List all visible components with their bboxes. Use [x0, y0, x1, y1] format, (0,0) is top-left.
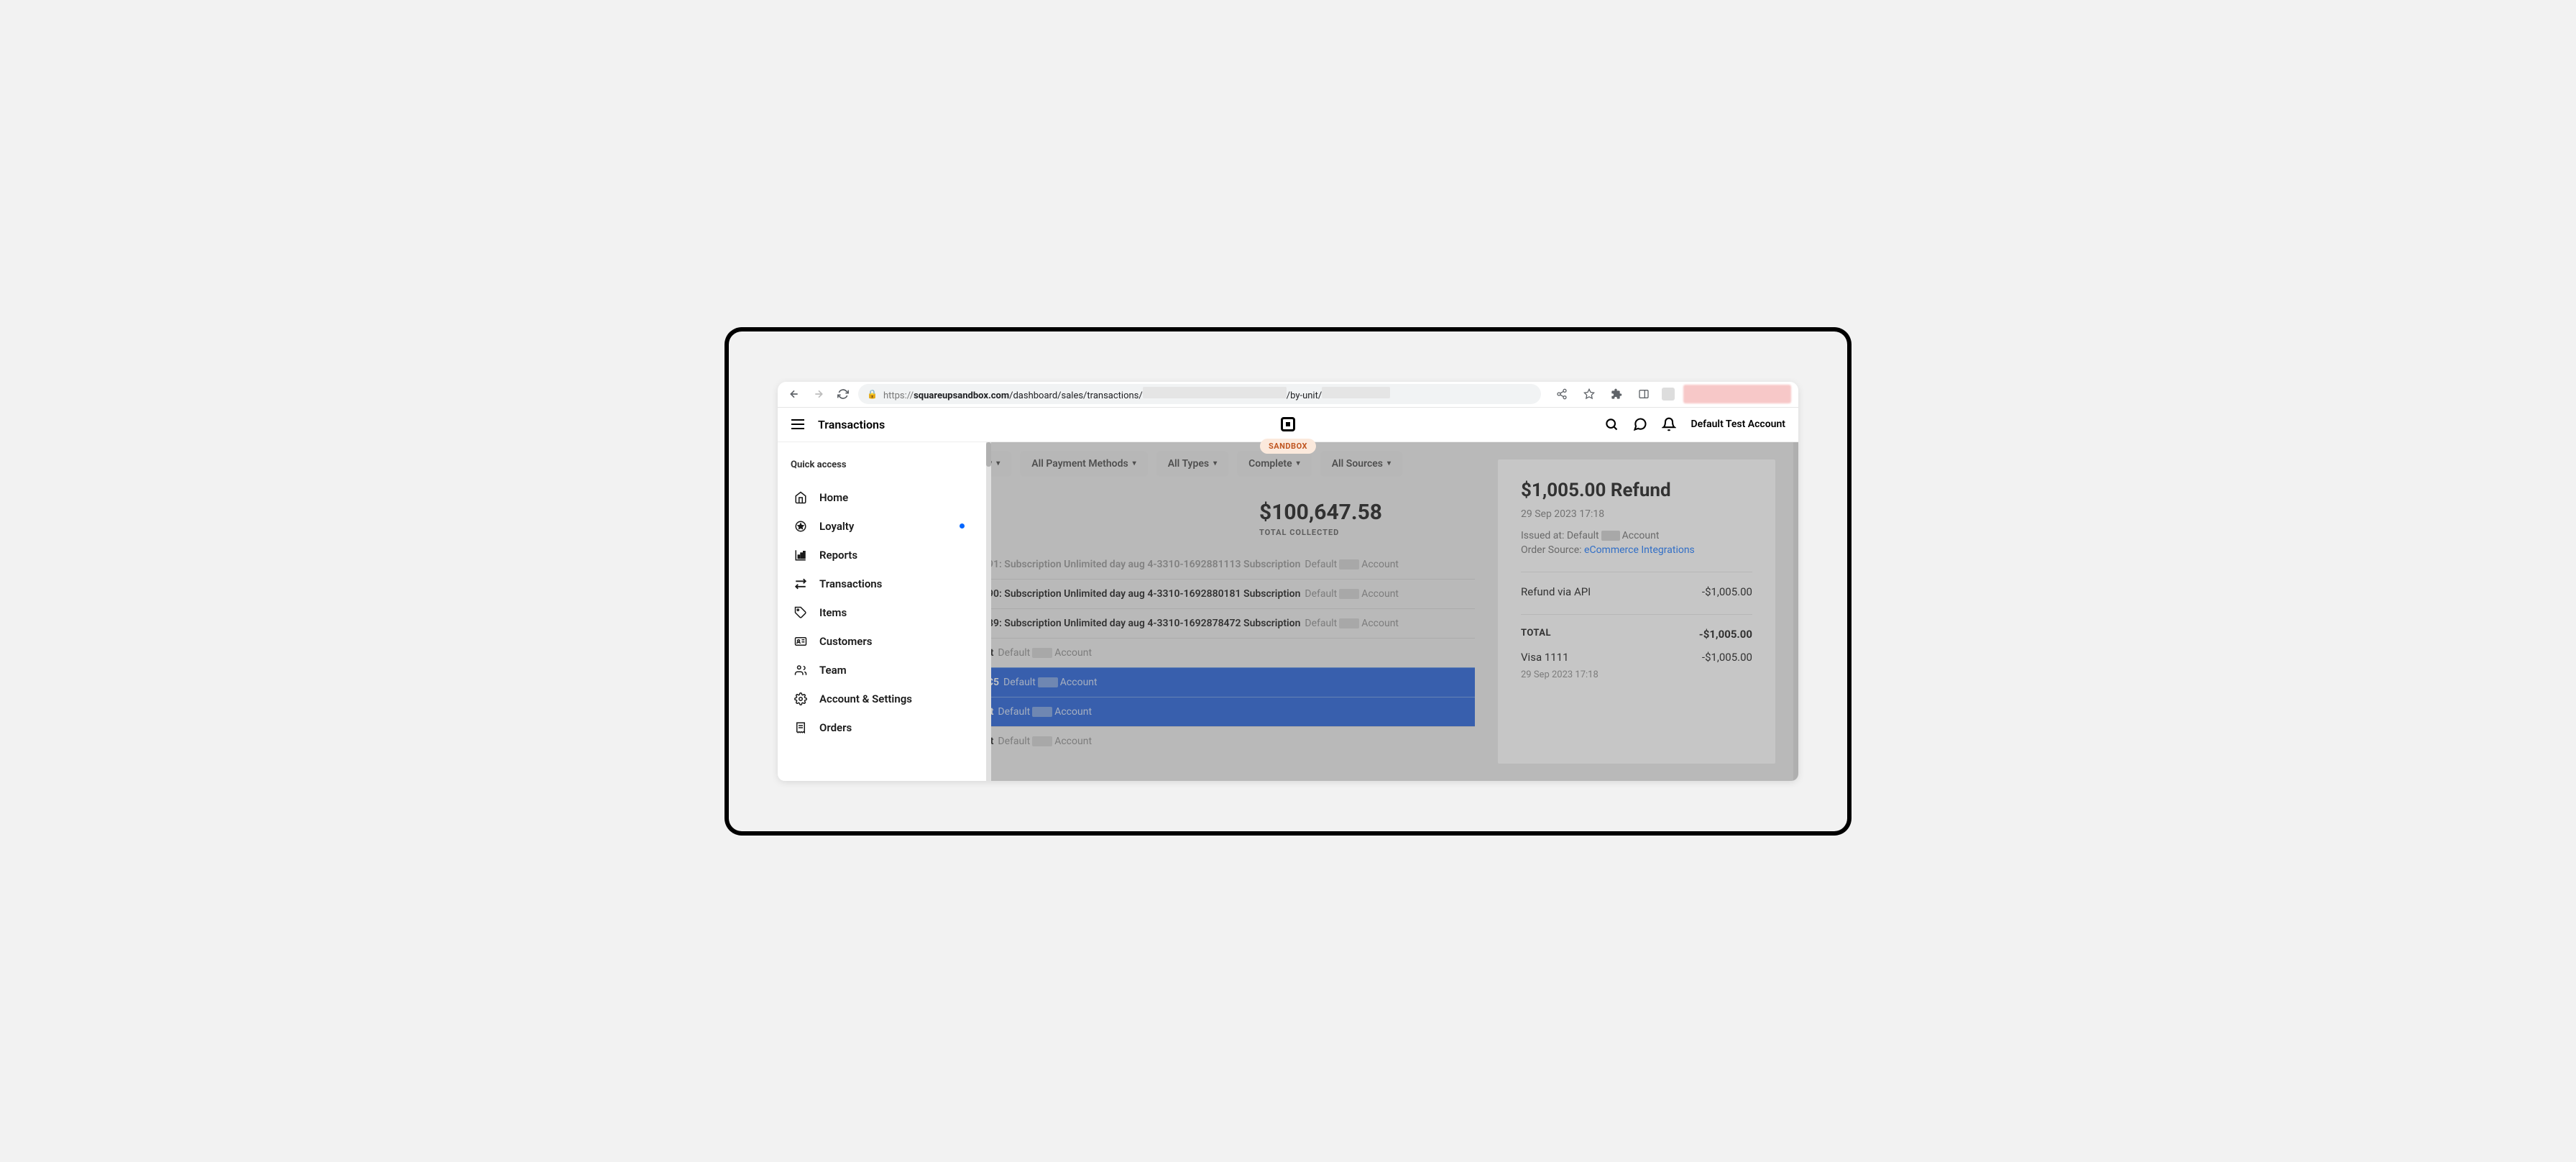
sidebar-item-settings[interactable]: Account & Settings	[791, 685, 973, 713]
sidebar-item-transactions[interactable]: Transactions	[791, 569, 973, 598]
chevron-down-icon: ▾	[1213, 459, 1217, 467]
sidebar-item-orders[interactable]: Orders	[791, 713, 973, 742]
sidebar-item-home[interactable]: Home	[791, 483, 973, 512]
sidebar-item-items[interactable]: Items	[791, 598, 973, 627]
star-icon[interactable]	[1580, 385, 1598, 403]
table-row[interactable]: mountDefaultAccount	[986, 697, 1475, 726]
order-source: Order Source: eCommerce Integrations	[1521, 544, 1752, 556]
filter-payment[interactable]: All Payment Methods▾	[1020, 451, 1147, 477]
bell-icon[interactable]	[1662, 417, 1676, 431]
detail-panel: $1,005.00 Refund 29 Sep 2023 17:18 Issue…	[1475, 442, 1798, 781]
sidebar-scrollbar[interactable]	[986, 442, 991, 781]
sidebar: Quick access Home Loyalty Reports Transa…	[778, 442, 986, 781]
payment-date: 29 Sep 2023 17:18	[1521, 669, 1752, 680]
notification-dot-icon	[960, 523, 965, 529]
refund-line: Refund via API-$1,005.00	[1521, 585, 1752, 598]
loyalty-icon	[794, 520, 808, 533]
table-row[interactable]: 000589: Subscription Unlimited day aug 4…	[986, 608, 1475, 638]
filter-types[interactable]: All Types▾	[1156, 451, 1228, 477]
customers-icon	[794, 635, 808, 648]
main-content: day▾ All Payment Methods▾ All Types▾ Com…	[986, 442, 1798, 781]
chevron-down-icon: ▾	[1387, 459, 1391, 467]
transactions-icon	[794, 577, 808, 590]
menu-icon[interactable]	[791, 418, 805, 430]
chevron-down-icon: ▾	[1133, 459, 1136, 467]
reload-button[interactable]	[834, 385, 852, 403]
chat-icon[interactable]	[1633, 417, 1647, 431]
forward-button[interactable]	[809, 385, 828, 403]
browser-toolbar: 🔒 https://squareupsandbox.com/dashboard/…	[778, 382, 1798, 408]
orders-icon	[794, 721, 808, 734]
sidebar-item-team[interactable]: Team	[791, 656, 973, 685]
square-logo-icon	[1281, 417, 1295, 431]
lock-icon: 🔒	[867, 389, 878, 399]
extension-square-icon[interactable]	[1662, 388, 1675, 401]
extensions-icon[interactable]	[1607, 385, 1626, 403]
sidebar-heading: Quick access	[791, 459, 973, 470]
back-button[interactable]	[785, 385, 804, 403]
payment-card-line: Visa 1111-$1,005.00	[1521, 651, 1752, 664]
url-bar[interactable]: 🔒 https://squareupsandbox.com/dashboard/…	[858, 384, 1541, 404]
table-row[interactable]: 000591: Subscription Unlimited day aug 4…	[986, 550, 1475, 579]
sidebar-item-loyalty[interactable]: Loyalty	[791, 512, 973, 541]
account-name[interactable]: Default Test Account	[1690, 418, 1785, 430]
total-line: TOTAL-$1,005.00	[1521, 628, 1752, 641]
total-collected-amount: $100,647.58	[1259, 500, 1475, 525]
profile-avatar[interactable]	[1683, 385, 1791, 403]
filter-status[interactable]: Complete▾	[1237, 451, 1312, 477]
sandbox-badge: SANDBOX	[1260, 439, 1316, 454]
table-row[interactable]: r #PfC5DefaultAccount	[986, 667, 1475, 697]
refund-title: $1,005.00 Refund	[1521, 480, 1752, 501]
gear-icon	[794, 692, 808, 705]
app-header: Transactions Default Test Account	[778, 408, 1798, 442]
table-row[interactable]: 000590: Subscription Unlimited day aug 4…	[986, 579, 1475, 608]
total-collected-label: TOTAL COLLECTED	[1259, 528, 1475, 537]
refund-date: 29 Sep 2023 17:18	[1521, 508, 1752, 520]
search-icon[interactable]	[1604, 417, 1619, 431]
home-icon	[794, 491, 808, 504]
team-icon	[794, 664, 808, 677]
sidebar-item-reports[interactable]: Reports	[791, 541, 973, 569]
sidebar-item-customers[interactable]: Customers	[791, 627, 973, 656]
page-title: Transactions	[818, 418, 885, 431]
filter-sources[interactable]: All Sources▾	[1320, 451, 1402, 477]
table-row[interactable]: mountDefaultAccount	[986, 638, 1475, 667]
table-row[interactable]: mountDefaultAccount	[986, 726, 1475, 756]
items-icon	[794, 606, 808, 619]
chevron-down-icon: ▾	[1297, 459, 1300, 467]
reports-icon	[794, 549, 808, 562]
issued-at: Issued at: DefaultAccount	[1521, 530, 1752, 541]
order-source-link[interactable]: eCommerce Integrations	[1584, 544, 1695, 556]
panel-icon[interactable]	[1634, 385, 1653, 403]
share-icon[interactable]	[1552, 385, 1571, 403]
chevron-down-icon: ▾	[996, 459, 1000, 467]
